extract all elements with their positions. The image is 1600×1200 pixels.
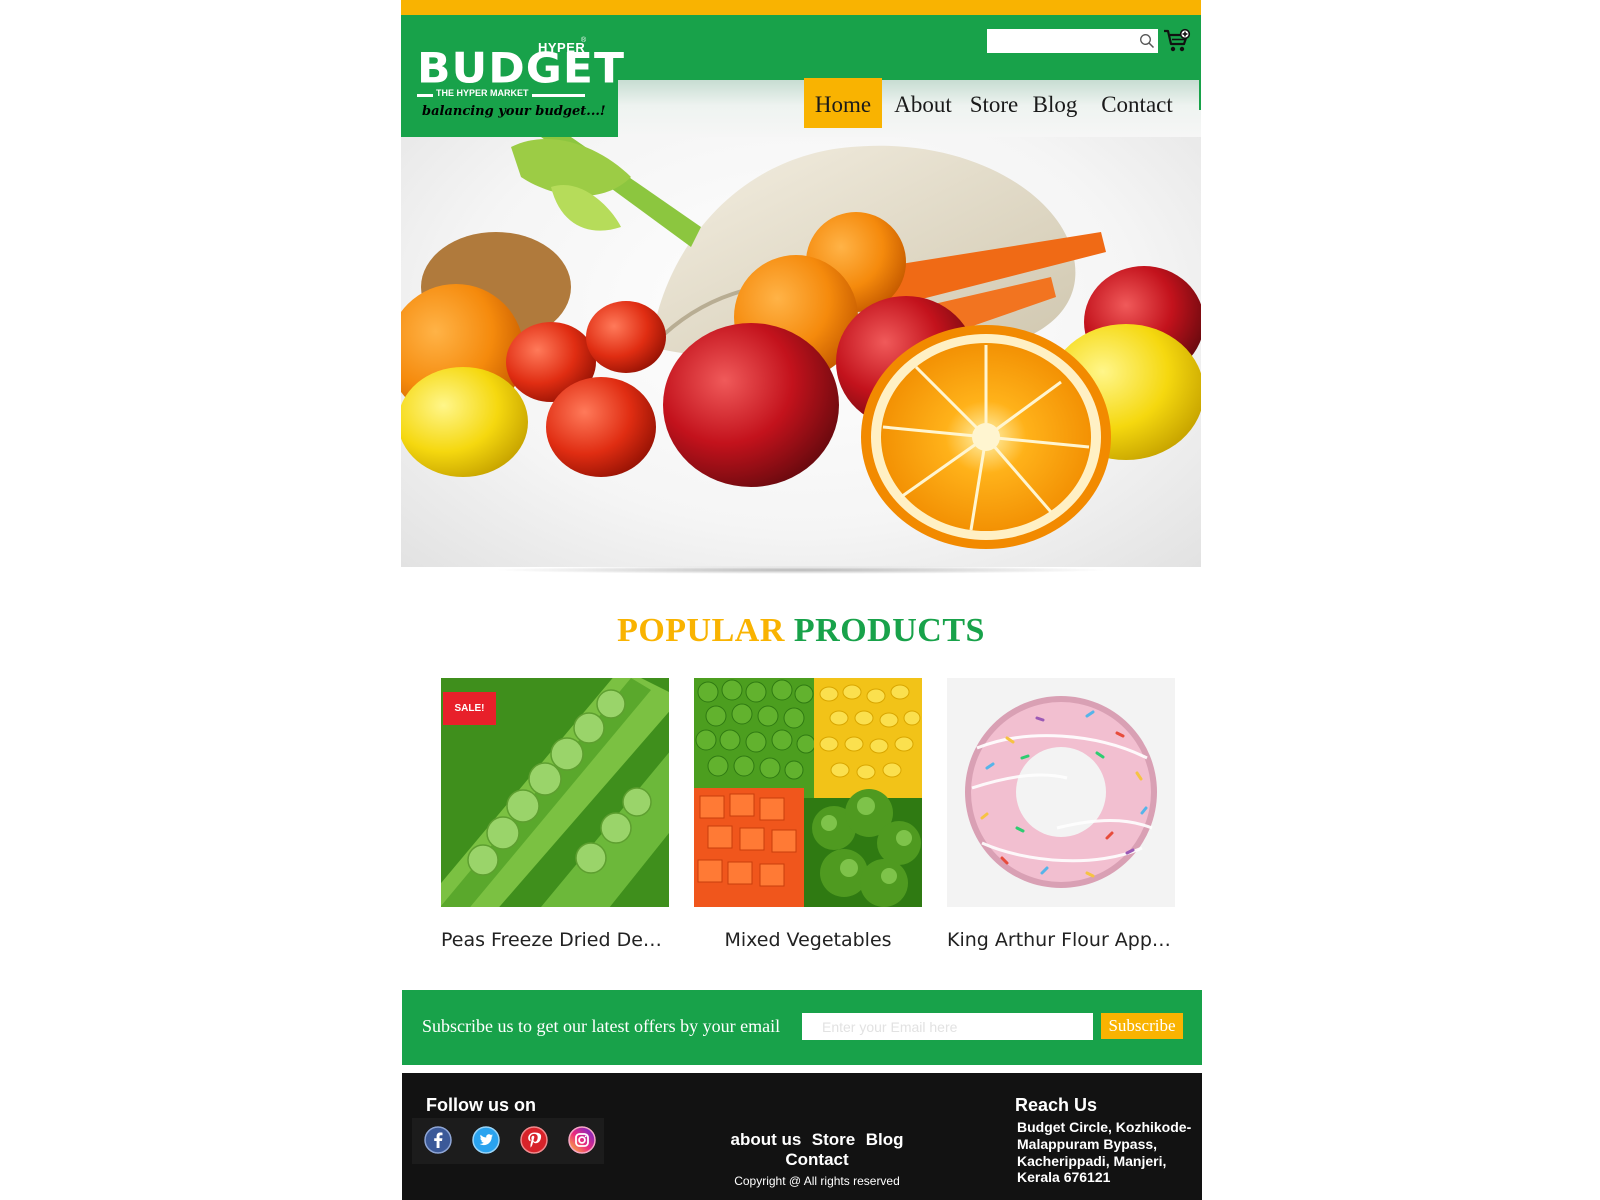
- product-name[interactable]: King Arthur Flour Apple Cider Donut: [947, 929, 1175, 951]
- sale-badge: SALE!: [443, 692, 496, 725]
- footer-link-about-us[interactable]: about us: [731, 1130, 802, 1149]
- nav-item-label: Blog: [1032, 92, 1078, 117]
- nav-item-blog[interactable]: Blog: [1029, 78, 1081, 128]
- site-header: HYPER ® BUDGET THE HYPER MARKET balancin…: [401, 15, 1201, 137]
- main-nav: Home About Store Blog Contact: [401, 15, 1201, 137]
- product-card[interactable]: SALE! Peas Freeze Dried Dehydrated Veget…: [441, 678, 669, 951]
- product-card[interactable]: King Arthur Flour Apple Cider Donut: [947, 678, 1175, 951]
- nav-item-label: Contact: [1101, 92, 1173, 117]
- nav-item-label: About: [894, 92, 952, 117]
- footer-link-store[interactable]: Store: [812, 1130, 855, 1149]
- address-line: Malappuram Bypass,: [1017, 1136, 1158, 1152]
- popular-products-heading: POPULAR PRODUCTS: [401, 612, 1201, 650]
- page: HYPER ® BUDGET THE HYPER MARKET balancin…: [401, 0, 1202, 1200]
- product-name[interactable]: Mixed Vegetables: [694, 929, 922, 951]
- subscribe-text: Subscribe us to get our latest offers by…: [422, 1016, 781, 1036]
- heading-part-popular: POPULAR: [617, 612, 785, 649]
- nav-item-contact[interactable]: Contact: [1094, 78, 1180, 128]
- copyright-text: Copyright @ All rights reserved: [734, 1174, 900, 1188]
- instagram-icon[interactable]: [568, 1126, 596, 1154]
- produce-illustration: [401, 137, 1201, 549]
- twitter-icon[interactable]: [472, 1126, 500, 1154]
- nav-item-about[interactable]: About: [888, 78, 958, 128]
- product-card[interactable]: Mixed Vegetables: [694, 678, 922, 951]
- nav-item-label: Store: [969, 92, 1019, 117]
- hero-shadow: [491, 566, 1111, 574]
- address-line: Kacherippadi, Manjeri,: [1017, 1153, 1167, 1169]
- follow-us-title: Follow us on: [426, 1095, 536, 1115]
- footer-nav: about us Store Blog Contact: [692, 1130, 942, 1170]
- product-image-peas[interactable]: SALE!: [441, 678, 669, 907]
- hero-banner-image: [401, 137, 1201, 567]
- address-line: Budget Circle, Kozhikode-: [1017, 1119, 1192, 1135]
- email-field[interactable]: [802, 1013, 1093, 1040]
- product-image-mixed-vegetables[interactable]: [694, 678, 922, 907]
- address-line: Kerala 676121: [1017, 1169, 1111, 1185]
- subscribe-button[interactable]: Subscribe: [1101, 1013, 1183, 1039]
- reach-us-title: Reach Us: [1015, 1095, 1098, 1115]
- subscribe-bar: Subscribe us to get our latest offers by…: [402, 990, 1202, 1065]
- nav-item-home[interactable]: Home: [804, 78, 882, 128]
- product-name[interactable]: Peas Freeze Dried Dehydrated Vegetables: [441, 929, 669, 951]
- nav-item-label: Home: [814, 92, 872, 117]
- heading-part-products: PRODUCTS: [793, 612, 985, 649]
- footer-link-contact[interactable]: Contact: [785, 1150, 848, 1169]
- top-accent-bar: [401, 0, 1201, 15]
- nav-item-store[interactable]: Store: [964, 78, 1024, 128]
- site-footer: Follow us on about us Store Blog Contact…: [402, 1073, 1202, 1200]
- facebook-icon[interactable]: [424, 1126, 452, 1154]
- footer-link-blog[interactable]: Blog: [866, 1130, 904, 1149]
- product-image-donut[interactable]: [947, 678, 1175, 907]
- pinterest-icon[interactable]: [520, 1126, 548, 1154]
